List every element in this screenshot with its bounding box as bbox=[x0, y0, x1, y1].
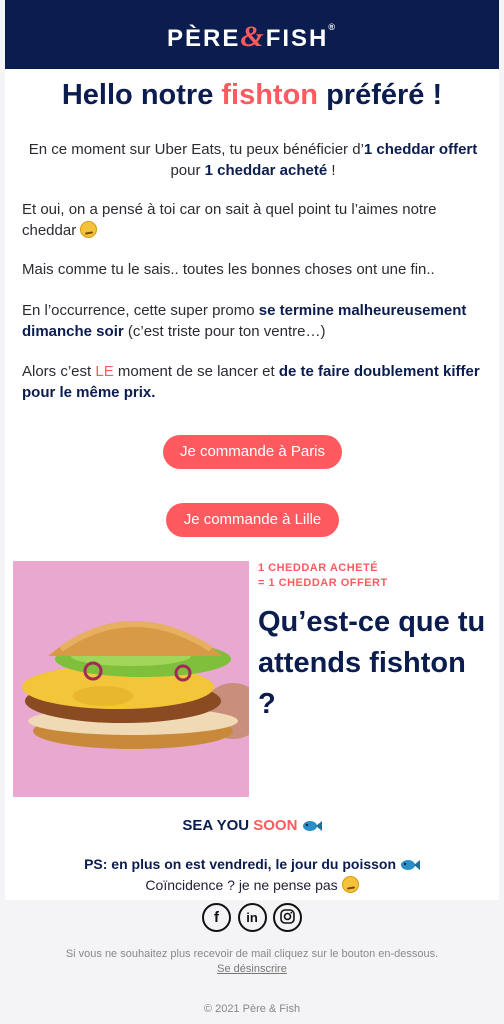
promo-line-2: = 1 CHEDDAR OFFERT bbox=[258, 577, 388, 589]
intro-bold-1: 1 cheddar offert bbox=[363, 141, 478, 158]
linkedin-icon[interactable]: in bbox=[237, 903, 267, 932]
logo-right: FISH bbox=[265, 25, 329, 52]
sea-you-soon: SEA YOU SOON bbox=[5, 817, 499, 834]
promo-end-text-1: En l’occurrence, cette super promo bbox=[22, 302, 259, 319]
burger-illustration bbox=[13, 561, 249, 797]
promo-line-1: 1 CHEDDAR ACHETÉ bbox=[258, 562, 379, 574]
logo-left: PÈRE bbox=[166, 25, 241, 52]
instagram-icon[interactable] bbox=[272, 903, 302, 932]
unsubscribe-row: Se désinscrire bbox=[0, 963, 504, 975]
call-red: LE bbox=[95, 363, 114, 380]
sea-prefix: SEA YOU bbox=[182, 817, 254, 834]
promo-end-paragraph: En l’occurrence, cette super promo se te… bbox=[22, 300, 484, 342]
intro-bold-2: 1 cheddar acheté bbox=[204, 162, 328, 179]
header-bar: PÈRE&FISH® bbox=[5, 0, 499, 69]
order-paris-button[interactable]: Je commande à Paris bbox=[163, 435, 342, 469]
smirk-emoji-icon bbox=[341, 876, 359, 893]
brand-logo[interactable]: PÈRE&FISH® bbox=[5, 20, 499, 54]
smirk-emoji-icon bbox=[80, 221, 98, 238]
ps-line-2: Coïncidence ? je ne pense pas bbox=[5, 875, 499, 896]
logo-ampersand: & bbox=[240, 20, 266, 53]
facebook-icon[interactable]: f bbox=[202, 903, 232, 932]
intro-text-1: En ce moment sur Uber Eats, tu peux béné… bbox=[28, 141, 364, 158]
ps-line-1: PS: en plus on est vendredi, le jour du … bbox=[5, 854, 499, 875]
promo-title: Qu’est-ce que tu attends fishton ? bbox=[258, 606, 486, 720]
ps-bold: PS: en plus on est vendredi, le jour du … bbox=[84, 856, 397, 872]
promo-end-text-2: (c’est triste pour ton ventre…) bbox=[123, 323, 326, 340]
copyright: © 2021 Père & Fish bbox=[203, 1003, 301, 1015]
unsubscribe-notice: Si vous ne souhaitez plus recevoir de ma… bbox=[65, 948, 439, 960]
call-paragraph: Alors c’est LE moment de se lancer et de… bbox=[22, 361, 484, 403]
logo-registered: ® bbox=[328, 22, 337, 32]
call-text-2: moment de se lancer et bbox=[113, 363, 279, 380]
title-accent: fishton bbox=[221, 79, 319, 111]
ps-section: PS: en plus on est vendredi, le jour du … bbox=[5, 854, 499, 896]
title-prefix: Hello notre bbox=[61, 79, 222, 111]
fish-icon bbox=[400, 860, 420, 870]
cheddar-paragraph: Et oui, on a pensé à toi car on sait à q… bbox=[22, 199, 484, 241]
order-lille-button[interactable]: Je commande à Lille bbox=[166, 503, 339, 537]
fin-paragraph: Mais comme tu le sais.. toutes les bonne… bbox=[22, 261, 435, 278]
title-suffix: préféré ! bbox=[318, 79, 443, 111]
email-title: Hello notre fishton préféré ! bbox=[5, 79, 499, 112]
sea-accent: SOON bbox=[253, 817, 298, 834]
fish-icon bbox=[302, 821, 322, 831]
burger-image bbox=[13, 561, 249, 797]
ps-coincidence: Coïncidence ? je ne pense pas bbox=[145, 877, 338, 893]
social-links: f in bbox=[0, 903, 504, 932]
intro-text-2: pour bbox=[170, 162, 205, 179]
unsubscribe-link[interactable]: Se désinscrire bbox=[217, 963, 287, 975]
intro-text-3: ! bbox=[327, 162, 336, 179]
intro-paragraph: En ce moment sur Uber Eats, tu peux béné… bbox=[22, 139, 484, 181]
call-text-1: Alors c’est bbox=[22, 363, 96, 380]
